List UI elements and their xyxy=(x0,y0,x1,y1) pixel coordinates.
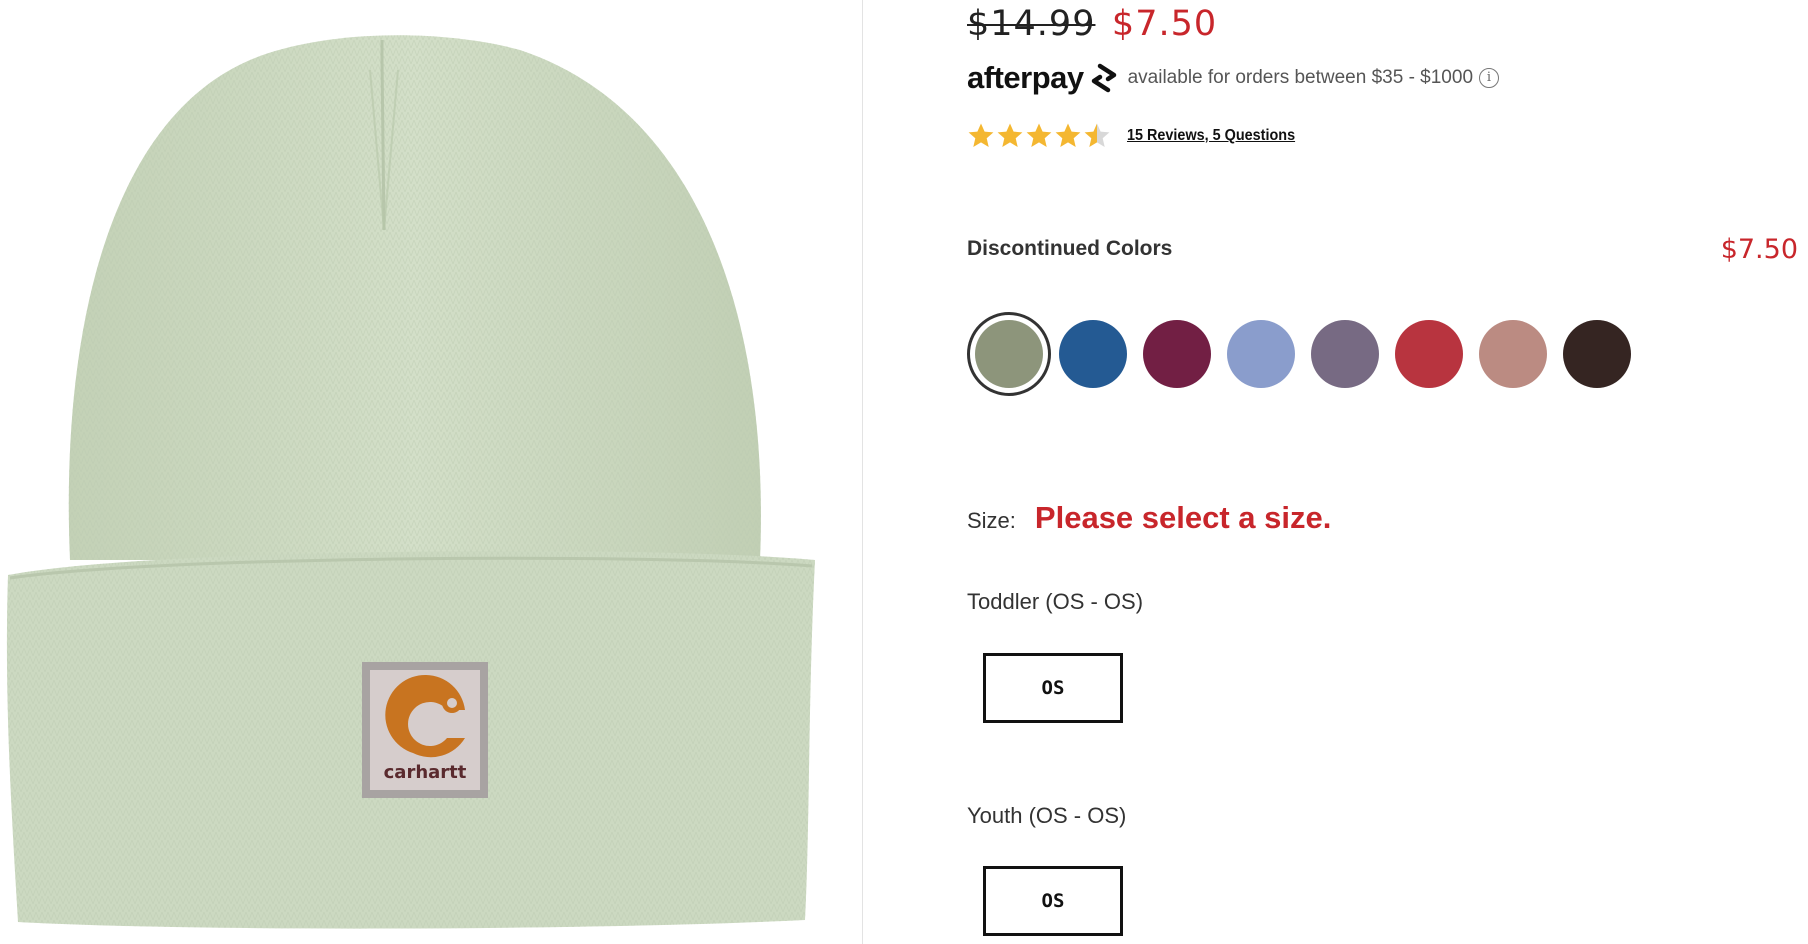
colors-label: Discontinued Colors xyxy=(967,237,1173,260)
color-swatch-fill xyxy=(975,320,1043,388)
color-swatch-7[interactable] xyxy=(1479,320,1547,388)
colors-price: $7.50 xyxy=(1720,234,1798,265)
star-full-icon xyxy=(1026,123,1052,147)
afterpay-row: afterpay available for orders between $3… xyxy=(967,58,1500,98)
size-row: Size: Please select a size. xyxy=(967,500,1331,536)
product-details: $14.99 $7.50 afterpay available for orde… xyxy=(967,0,1798,944)
carhartt-patch: carhartt xyxy=(362,662,488,798)
star-half-icon xyxy=(1084,123,1110,147)
size-group-label-youth: Youth (OS - OS) xyxy=(967,803,1127,828)
size-group-label-toddler: Toddler (OS - OS) xyxy=(967,589,1144,614)
color-swatch-1[interactable] xyxy=(967,312,1051,396)
afterpay-arrows-icon xyxy=(1091,63,1116,93)
size-option-toddler-os[interactable]: OS xyxy=(983,653,1123,723)
price-row: $14.99 $7.50 xyxy=(967,4,1217,44)
color-swatch-3[interactable] xyxy=(1143,320,1211,388)
color-swatch-6[interactable] xyxy=(1395,320,1463,388)
reviews-link[interactable]: 15 Reviews, 5 Questions xyxy=(1127,127,1295,145)
color-swatch-4[interactable] xyxy=(1227,320,1295,388)
color-swatch-8[interactable] xyxy=(1563,320,1631,388)
size-option-youth-os[interactable]: OS xyxy=(983,866,1123,936)
svg-text:carhartt: carhartt xyxy=(384,762,467,783)
afterpay-logo: afterpay xyxy=(967,60,1084,95)
size-label: Size: xyxy=(967,508,1016,533)
color-swatch-5[interactable] xyxy=(1311,320,1379,388)
star-full-icon xyxy=(1055,123,1081,147)
info-icon[interactable]: i xyxy=(1479,68,1500,88)
star-rating xyxy=(967,122,1112,150)
beanie-product-image[interactable]: carhartt xyxy=(0,0,862,944)
afterpay-message: available for orders between $35 - $1000 xyxy=(1127,67,1474,88)
size-error-message: Please select a size. xyxy=(1034,500,1332,535)
star-full-icon xyxy=(968,123,994,147)
sale-price: $7.50 xyxy=(1111,4,1218,44)
original-price: $14.99 xyxy=(967,4,1096,44)
star-full-icon xyxy=(997,123,1023,147)
pane-divider xyxy=(862,0,863,944)
rating-row: 15 Reviews, 5 Questions xyxy=(967,122,1314,150)
color-swatch-2[interactable] xyxy=(1059,320,1127,388)
product-image-pane: carhartt xyxy=(0,0,862,944)
